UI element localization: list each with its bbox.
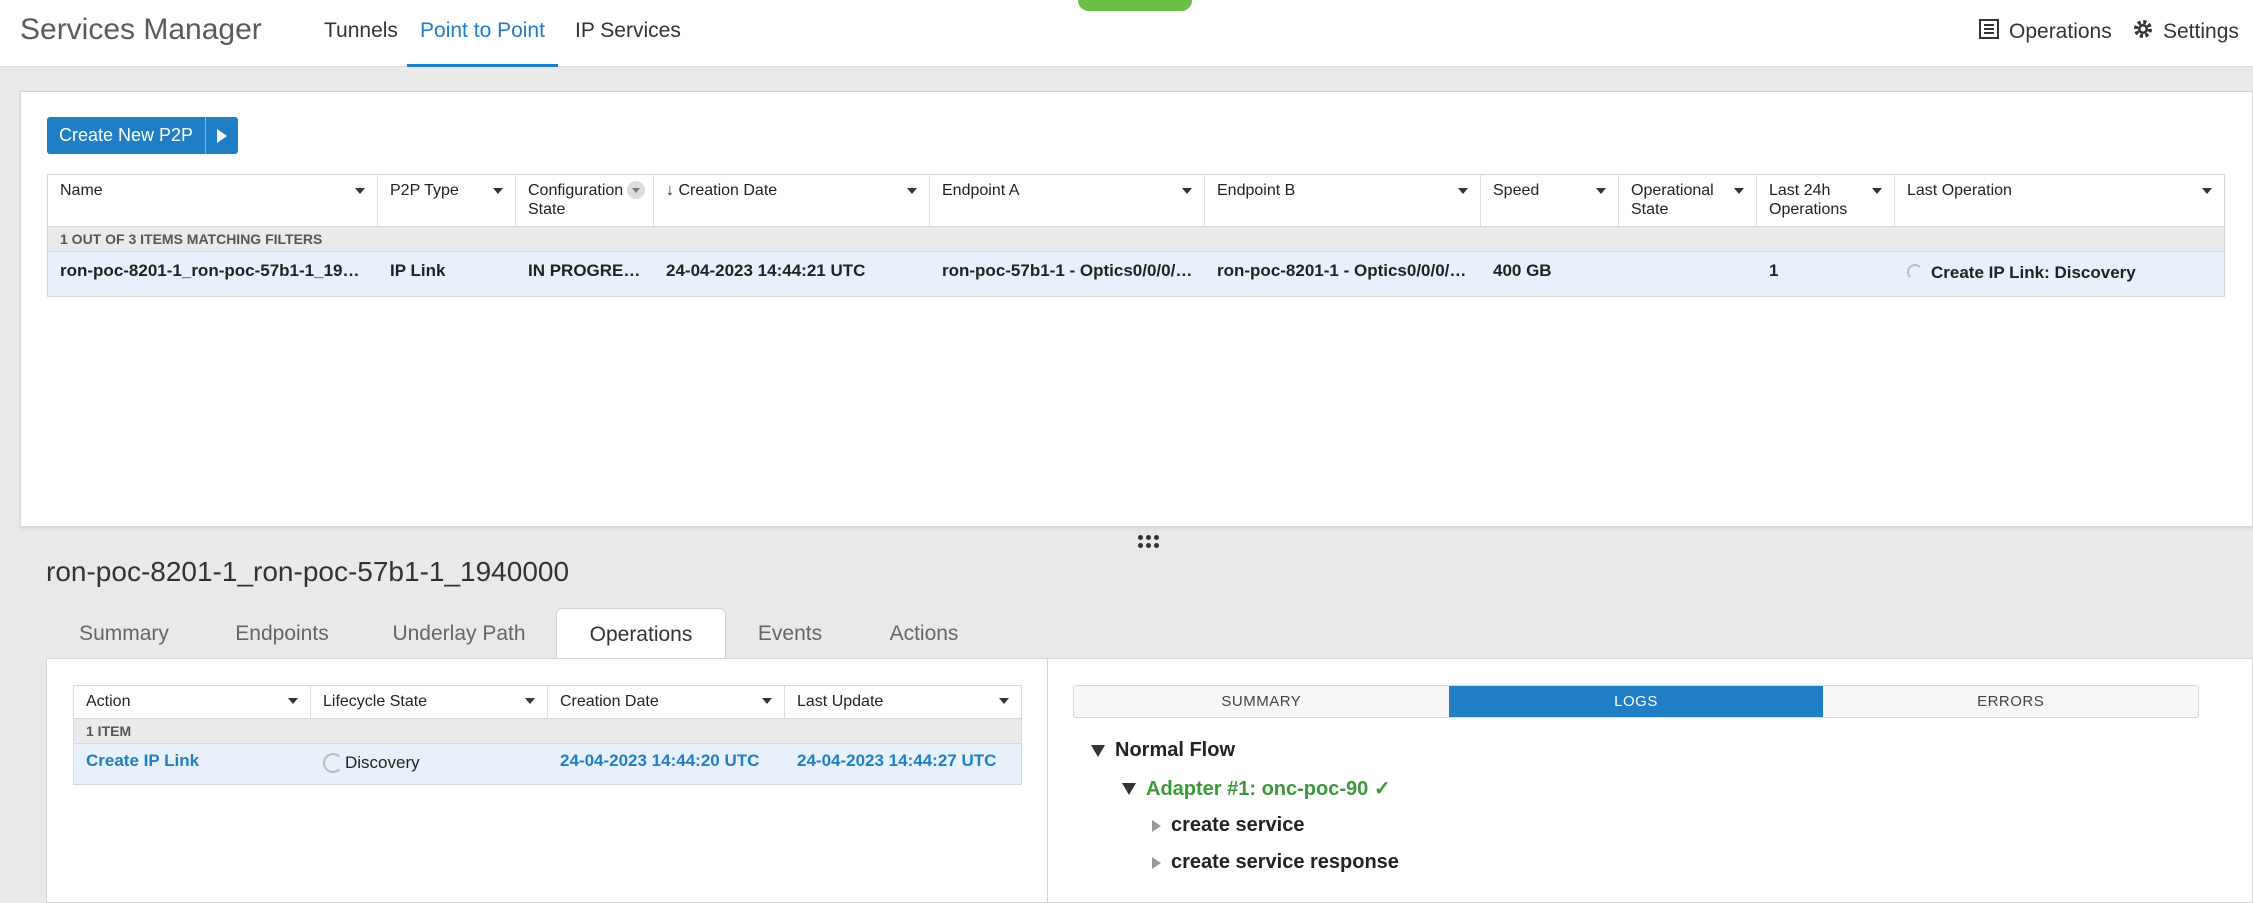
loading-spinner-icon: [323, 753, 343, 773]
tab-endpoints[interactable]: Endpoints: [216, 608, 348, 658]
caret-down-icon[interactable]: [999, 698, 1009, 704]
cell-lifecycle-state: Discovery: [311, 744, 548, 784]
expand-icon[interactable]: [1152, 856, 1161, 869]
play-icon: [217, 128, 228, 143]
operations-grid: Action Lifecycle State Creation Date Las…: [73, 685, 1022, 785]
resize-handle[interactable]: [1138, 535, 1162, 551]
p2p-list-panel: Create New P2P Name P2P Type Configurati…: [20, 91, 2253, 527]
segment-logs[interactable]: LOGS: [1448, 686, 1824, 717]
caret-down-icon[interactable]: [1872, 188, 1882, 194]
tree-node-create-service[interactable]: create service: [1152, 814, 1304, 837]
tab-operations[interactable]: Operations: [556, 608, 726, 658]
cell-configuration-state: IN PROGRESS: [528, 261, 647, 280]
tab-summary[interactable]: Summary: [60, 608, 188, 658]
operations-panel: Action Lifecycle State Creation Date Las…: [46, 658, 2253, 903]
tree-node-normal-flow[interactable]: Normal Flow: [1091, 739, 1235, 762]
column-header-last-update[interactable]: Last Update: [785, 686, 1021, 718]
column-header-speed[interactable]: Speed: [1481, 175, 1619, 226]
segment-errors[interactable]: ERRORS: [1823, 686, 2198, 717]
cell-last-24h-operations: 1: [1769, 261, 1779, 280]
status-pill: [1078, 0, 1192, 11]
operations-label: Operations: [2009, 20, 2112, 43]
table-row[interactable]: ron-poc-8201-1_ron-poc-57b1-1_1940… IP L…: [48, 252, 2224, 296]
collapse-icon[interactable]: [1122, 782, 1136, 795]
sort-arrow-icon: ↓: [666, 182, 674, 199]
detail-title: ron-poc-8201-1_ron-poc-57b1-1_1940000: [46, 556, 570, 587]
caret-down-icon[interactable]: [1734, 188, 1744, 194]
caret-down-icon[interactable]: [2202, 188, 2212, 194]
cell-creation-date: 24-04-2023 14:44:20 UTC: [560, 751, 760, 770]
caret-down-icon[interactable]: [493, 188, 503, 194]
segment-summary[interactable]: SUMMARY: [1074, 686, 1449, 717]
column-header-action[interactable]: Action: [74, 686, 311, 718]
create-dropdown-arrow[interactable]: [205, 117, 239, 154]
column-header-creation-date[interactable]: Creation Date: [548, 686, 785, 718]
column-header-last-24h-operations[interactable]: Last 24h Operations: [1757, 175, 1895, 226]
tab-events[interactable]: Events: [740, 608, 840, 658]
create-new-p2p-button[interactable]: Create New P2P: [47, 117, 239, 154]
list-icon: [1977, 17, 2001, 47]
tab-ip-services[interactable]: IP Services: [575, 19, 681, 67]
tab-tunnels[interactable]: Tunnels: [324, 19, 398, 67]
caret-down-icon[interactable]: [907, 188, 917, 194]
tab-point-to-point[interactable]: Point to Point: [407, 19, 558, 67]
column-header-last-operation[interactable]: Last Operation: [1895, 175, 2224, 226]
column-header-p2p-type[interactable]: P2P Type: [378, 175, 516, 226]
panel-divider: [1047, 659, 1048, 903]
top-header: Services Manager Tunnels Point to Point …: [0, 0, 2253, 67]
operations-link[interactable]: Operations: [1977, 17, 2112, 47]
filter-match-count: 1 OUT OF 3 ITEMS MATCHING FILTERS: [48, 227, 2224, 252]
cell-speed: 400 GB: [1493, 261, 1552, 280]
filter-icon[interactable]: [627, 181, 645, 199]
column-header-endpoint-a[interactable]: Endpoint A: [930, 175, 1205, 226]
collapse-icon[interactable]: [1091, 744, 1105, 757]
expand-icon[interactable]: [1152, 819, 1161, 832]
caret-down-icon[interactable]: [355, 188, 365, 194]
column-header-lifecycle-state[interactable]: Lifecycle State: [311, 686, 548, 718]
grid-header: Name P2P Type Configuration State ↓ Crea…: [48, 175, 2224, 227]
table-row[interactable]: Create IP Link Discovery 24-04-2023 14:4…: [74, 744, 1021, 784]
settings-link[interactable]: Settings: [2131, 17, 2239, 47]
column-header-configuration-state[interactable]: Configuration State: [516, 175, 654, 226]
tree-node-create-service-response[interactable]: create service response: [1152, 851, 1399, 874]
cell-name: ron-poc-8201-1_ron-poc-57b1-1_1940…: [60, 261, 378, 280]
operations-item-count: 1 ITEM: [74, 719, 1021, 744]
tree-node-adapter[interactable]: Adapter #1: onc-poc-90 ✓: [1122, 776, 1391, 801]
column-header-operational-state[interactable]: Operational State: [1619, 175, 1757, 226]
cell-last-operation: Create IP Link: Discovery: [1895, 252, 2224, 296]
column-header-endpoint-b[interactable]: Endpoint B: [1205, 175, 1481, 226]
cell-endpoint-a: ron-poc-57b1-1 - Optics0/0/0/2…: [942, 261, 1202, 280]
cell-creation-date: 24-04-2023 14:44:21 UTC: [666, 261, 866, 280]
app-title: Services Manager: [20, 13, 262, 46]
log-view-switcher: SUMMARY LOGS ERRORS: [1073, 685, 2199, 718]
p2p-grid: Name P2P Type Configuration State ↓ Crea…: [47, 174, 2225, 297]
tab-underlay-path[interactable]: Underlay Path: [380, 608, 538, 658]
create-new-p2p-label: Create New P2P: [47, 117, 206, 154]
column-header-name[interactable]: Name: [48, 175, 378, 226]
settings-label: Settings: [2163, 20, 2239, 43]
gear-icon: [2131, 17, 2155, 47]
operations-grid-header: Action Lifecycle State Creation Date Las…: [74, 686, 1021, 719]
caret-down-icon[interactable]: [1596, 188, 1606, 194]
caret-down-icon[interactable]: [288, 698, 298, 704]
column-header-creation-date[interactable]: ↓ Creation Date: [654, 175, 930, 226]
caret-down-icon[interactable]: [525, 698, 535, 704]
cell-p2p-type: IP Link: [390, 261, 446, 280]
cell-last-update: 24-04-2023 14:44:27 UTC: [797, 751, 997, 770]
cell-operational-state: [1619, 252, 1757, 296]
loading-spinner-icon: [1907, 264, 1923, 280]
caret-down-icon[interactable]: [1182, 188, 1192, 194]
cell-endpoint-b: ron-poc-8201-1 - Optics0/0/0/2…: [1217, 261, 1476, 280]
caret-down-icon[interactable]: [1458, 188, 1468, 194]
tab-actions[interactable]: Actions: [866, 608, 982, 658]
cell-action[interactable]: Create IP Link: [74, 744, 311, 784]
caret-down-icon[interactable]: [762, 698, 772, 704]
